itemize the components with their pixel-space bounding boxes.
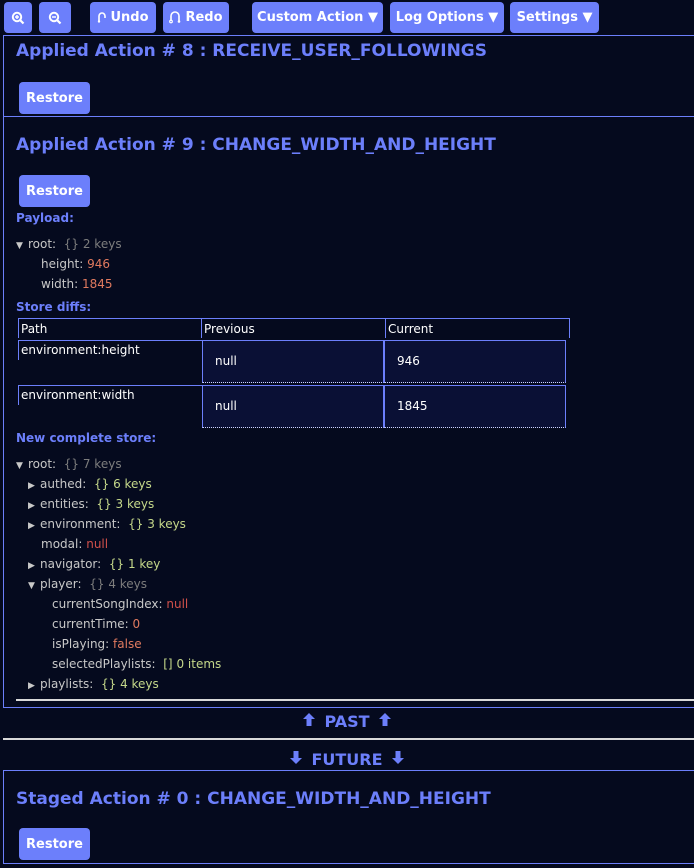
arrow-down-icon — [289, 750, 303, 769]
zoom-in-button[interactable] — [4, 2, 32, 33]
diff-header-path: Path — [18, 318, 202, 338]
custom-action-dropdown[interactable]: Custom Action ▼ — [252, 2, 383, 33]
future-divider: FUTURE — [0, 748, 694, 770]
payload-entry-height: height: 946 — [41, 257, 111, 271]
restore-button[interactable]: Restore — [19, 82, 90, 114]
diff-row-previous: null — [202, 385, 384, 428]
redo-button[interactable]: Redo — [163, 2, 229, 33]
log-options-dropdown[interactable]: Log Options ▼ — [390, 2, 504, 33]
redo-icon — [169, 11, 181, 24]
store-separator — [16, 699, 694, 701]
store-node-player[interactable]: ▼ player: {} 4 keys — [28, 577, 147, 593]
zoom-out-button[interactable] — [39, 2, 71, 33]
store-node-authed[interactable]: ▶ authed: {} 6 keys — [28, 477, 152, 493]
staged-action-0-panel: Staged Action # 0 : CHANGE_WIDTH_AND_HEI… — [3, 770, 694, 864]
diff-row-path: environment:width — [18, 385, 202, 405]
past-divider: PAST — [0, 710, 694, 732]
diff-row-previous: null — [202, 340, 384, 383]
collapsed-arrow-icon[interactable]: ▶ — [28, 519, 40, 533]
action-title: Applied Action # 9 : CHANGE_WIDTH_AND_HE… — [16, 135, 496, 155]
custom-action-label: Custom Action ▼ — [257, 10, 378, 25]
future-label: FUTURE — [311, 749, 383, 769]
store-node-navigator[interactable]: ▶ navigator: {} 1 key — [28, 557, 160, 573]
new-store-label: New complete store: — [16, 431, 157, 445]
toolbar: Undo Redo Custom Action ▼ Log Options ▼ … — [0, 0, 694, 35]
arrow-up-icon — [378, 712, 392, 731]
redo-label: Redo — [185, 10, 223, 25]
store-node-modal: modal: null — [41, 537, 109, 551]
restore-button[interactable]: Restore — [19, 175, 90, 207]
payload-root-node[interactable]: ▼ root: {} 2 keys — [16, 237, 122, 253]
diff-row-current: 1845 — [384, 385, 566, 428]
store-diffs-label: Store diffs: — [16, 300, 92, 314]
past-future-separator — [3, 738, 694, 740]
action-title: Applied Action # 8 : RECEIVE_USER_FOLLOW… — [16, 41, 487, 61]
store-node-environment[interactable]: ▶ environment: {} 3 keys — [28, 517, 186, 533]
player-selected-playlists[interactable]: selectedPlaylists: [] 0 items — [52, 657, 221, 671]
applied-action-8-panel: Applied Action # 8 : RECEIVE_USER_FOLLOW… — [3, 35, 694, 117]
diff-header-previous: Previous — [201, 318, 386, 338]
zoom-in-icon — [11, 11, 25, 25]
zoom-out-icon — [48, 11, 62, 25]
payload-label: Payload: — [16, 211, 74, 225]
payload-entry-width: width: 1845 — [41, 277, 113, 291]
expanded-arrow-icon[interactable]: ▼ — [28, 579, 40, 593]
collapsed-arrow-icon[interactable]: ▶ — [28, 559, 40, 573]
store-node-playlists[interactable]: ▶ playlists: {} 4 keys — [28, 677, 159, 693]
restore-button[interactable]: Restore — [19, 828, 90, 860]
store-node-entities[interactable]: ▶ entities: {} 3 keys — [28, 497, 154, 513]
diff-row-path: environment:height — [18, 340, 202, 360]
player-is-playing: isPlaying: false — [52, 637, 142, 651]
undo-icon — [97, 12, 107, 23]
settings-dropdown[interactable]: Settings ▼ — [510, 2, 599, 33]
undo-label: Undo — [110, 10, 149, 25]
diff-row-current: 946 — [384, 340, 566, 383]
arrow-up-icon — [302, 712, 316, 731]
collapsed-arrow-icon[interactable]: ▶ — [28, 479, 40, 493]
log-options-label: Log Options ▼ — [395, 10, 499, 25]
collapsed-arrow-icon[interactable]: ▶ — [28, 679, 40, 693]
store-root-node[interactable]: ▼ root: {} 7 keys — [16, 457, 122, 473]
player-current-song-index: currentSongIndex: null — [52, 597, 189, 611]
action-title: Staged Action # 0 : CHANGE_WIDTH_AND_HEI… — [16, 789, 491, 809]
settings-label: Settings ▼ — [516, 10, 593, 25]
past-label: PAST — [324, 711, 370, 731]
expanded-arrow-icon[interactable]: ▼ — [16, 459, 28, 473]
expanded-arrow-icon[interactable]: ▼ — [16, 239, 28, 253]
player-current-time: currentTime: 0 — [52, 617, 141, 631]
arrow-down-icon — [391, 750, 405, 769]
diff-header-current: Current — [385, 318, 570, 338]
undo-button[interactable]: Undo — [90, 2, 156, 33]
collapsed-arrow-icon[interactable]: ▶ — [28, 499, 40, 513]
